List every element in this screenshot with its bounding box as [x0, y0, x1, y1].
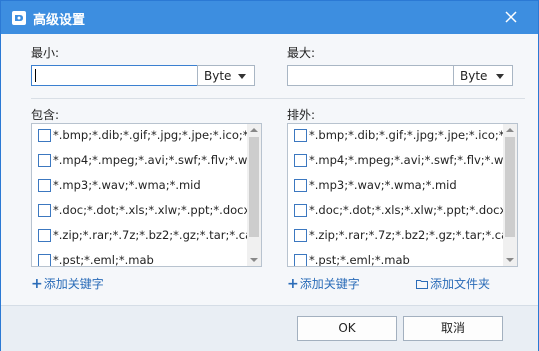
scroll-up-icon[interactable] — [250, 128, 258, 132]
plus-icon: + — [287, 276, 299, 292]
min-size-label: 最小: — [31, 46, 60, 60]
exclude-add-keyword-label: 添加关键字 — [299, 277, 360, 291]
list-item[interactable]: *.doc;*.dot;*.xls;*.xlw;*.ppt;*.docx... — [32, 199, 261, 224]
list-item[interactable]: *.doc;*.dot;*.xls;*.xlw;*.ppt;*.docx... — [288, 199, 517, 224]
include-add-keyword-link[interactable]: +添加关键字 — [31, 275, 104, 292]
max-unit-select[interactable]: Byte — [453, 65, 513, 86]
include-pattern: *.pst;*.eml;*.mab — [53, 253, 154, 267]
exclude-pattern: *.mp4;*.mpeg;*.avi;*.swf;*.flv;*.w... — [309, 153, 514, 167]
exclude-pattern: *.mp3;*.wav;*.wma;*.mid — [309, 178, 457, 192]
scroll-thumb[interactable] — [505, 137, 515, 237]
include-checkbox[interactable] — [38, 254, 51, 266]
title-bar: 高级设置 — [1, 1, 538, 34]
max-size-input[interactable] — [287, 65, 454, 86]
include-checkbox[interactable] — [38, 229, 51, 242]
include-pattern: *.zip;*.rar;*.7z;*.bz2;*.gz;*.tar;*.cab — [53, 228, 260, 242]
folder-icon — [416, 280, 428, 289]
exclude-pattern: *.zip;*.rar;*.7z;*.bz2;*.gz;*.tar;*.cab — [309, 228, 516, 242]
cancel-button[interactable]: 取消 — [403, 316, 503, 341]
list-item[interactable]: *.mp4;*.mpeg;*.avi;*.swf;*.flv;*.w... — [32, 149, 261, 174]
exclude-scrollbar[interactable] — [503, 124, 517, 266]
advanced-settings-dialog: 高级设置 最小: Byte 最大: Byte 包含: *.bmp;*.dib;*… — [0, 0, 539, 351]
exclude-list[interactable]: *.bmp;*.dib;*.gif;*.jpg;*.jpe;*.ico;*...… — [287, 123, 518, 267]
ok-button[interactable]: OK — [297, 316, 397, 341]
scroll-down-icon[interactable] — [506, 258, 514, 262]
exclude-add-keyword-link[interactable]: +添加关键字 — [287, 275, 360, 292]
exclude-checkbox[interactable] — [294, 129, 307, 142]
max-size-text[interactable] — [288, 66, 453, 85]
dialog-title: 高级设置 — [33, 13, 86, 28]
add-folder-link[interactable]: 添加文件夹 — [416, 275, 490, 292]
min-unit-select[interactable]: Byte — [197, 65, 255, 86]
list-item[interactable]: *.pst;*.eml;*.mab — [32, 249, 261, 267]
include-checkbox[interactable] — [38, 179, 51, 192]
exclude-pattern: *.bmp;*.dib;*.gif;*.jpg;*.jpe;*.ico;*... — [309, 128, 516, 142]
list-item[interactable]: *.pst;*.eml;*.mab — [288, 249, 517, 267]
plus-icon: + — [31, 276, 43, 292]
include-checkbox[interactable] — [38, 129, 51, 142]
scroll-up-icon[interactable] — [506, 128, 514, 132]
text-caret — [35, 69, 36, 82]
exclude-label: 排外: — [287, 108, 316, 122]
exclude-checkbox[interactable] — [294, 204, 307, 217]
list-item[interactable]: *.mp4;*.mpeg;*.avi;*.swf;*.flv;*.w... — [288, 149, 517, 174]
list-item[interactable]: *.bmp;*.dib;*.gif;*.jpg;*.jpe;*.ico;*... — [288, 124, 517, 149]
chevron-down-icon — [238, 74, 246, 79]
min-size-text[interactable] — [32, 66, 197, 85]
scroll-thumb[interactable] — [249, 137, 259, 237]
list-item[interactable]: *.zip;*.rar;*.7z;*.bz2;*.gz;*.tar;*.cab — [32, 224, 261, 249]
exclude-pattern: *.doc;*.dot;*.xls;*.xlw;*.ppt;*.docx... — [309, 203, 518, 217]
close-icon[interactable] — [501, 7, 521, 27]
list-item[interactable]: *.mp3;*.wav;*.wma;*.mid — [288, 174, 517, 199]
include-label: 包含: — [31, 108, 60, 122]
dialog-footer: OK 取消 — [1, 305, 538, 351]
add-folder-label: 添加文件夹 — [430, 277, 491, 291]
include-list[interactable]: *.bmp;*.dib;*.gif;*.jpg;*.jpe;*.ico;*...… — [31, 123, 262, 267]
include-pattern: *.mp3;*.wav;*.wma;*.mid — [53, 178, 201, 192]
exclude-checkbox[interactable] — [294, 154, 307, 167]
exclude-pattern: *.pst;*.eml;*.mab — [309, 253, 410, 267]
include-pattern: *.doc;*.dot;*.xls;*.xlw;*.ppt;*.docx... — [53, 203, 262, 217]
include-checkbox[interactable] — [38, 204, 51, 217]
include-checkbox[interactable] — [38, 154, 51, 167]
include-add-keyword-label: 添加关键字 — [43, 277, 104, 291]
include-pattern: *.bmp;*.dib;*.gif;*.jpg;*.jpe;*.ico;*... — [53, 128, 260, 142]
exclude-checkbox[interactable] — [294, 229, 307, 242]
min-size-input[interactable] — [31, 65, 198, 86]
section-divider — [31, 98, 525, 99]
scroll-down-icon[interactable] — [250, 258, 258, 262]
exclude-checkbox[interactable] — [294, 179, 307, 192]
chevron-down-icon — [496, 74, 504, 79]
max-unit-value: Byte — [460, 69, 488, 83]
list-item[interactable]: *.mp3;*.wav;*.wma;*.mid — [32, 174, 261, 199]
max-size-label: 最大: — [287, 46, 316, 60]
include-scrollbar[interactable] — [247, 124, 261, 266]
list-item[interactable]: *.bmp;*.dib;*.gif;*.jpg;*.jpe;*.ico;*... — [32, 124, 261, 149]
min-unit-value: Byte — [204, 69, 232, 83]
app-logo-icon — [12, 11, 26, 25]
exclude-checkbox[interactable] — [294, 254, 307, 266]
list-item[interactable]: *.zip;*.rar;*.7z;*.bz2;*.gz;*.tar;*.cab — [288, 224, 517, 249]
include-pattern: *.mp4;*.mpeg;*.avi;*.swf;*.flv;*.w... — [53, 153, 258, 167]
